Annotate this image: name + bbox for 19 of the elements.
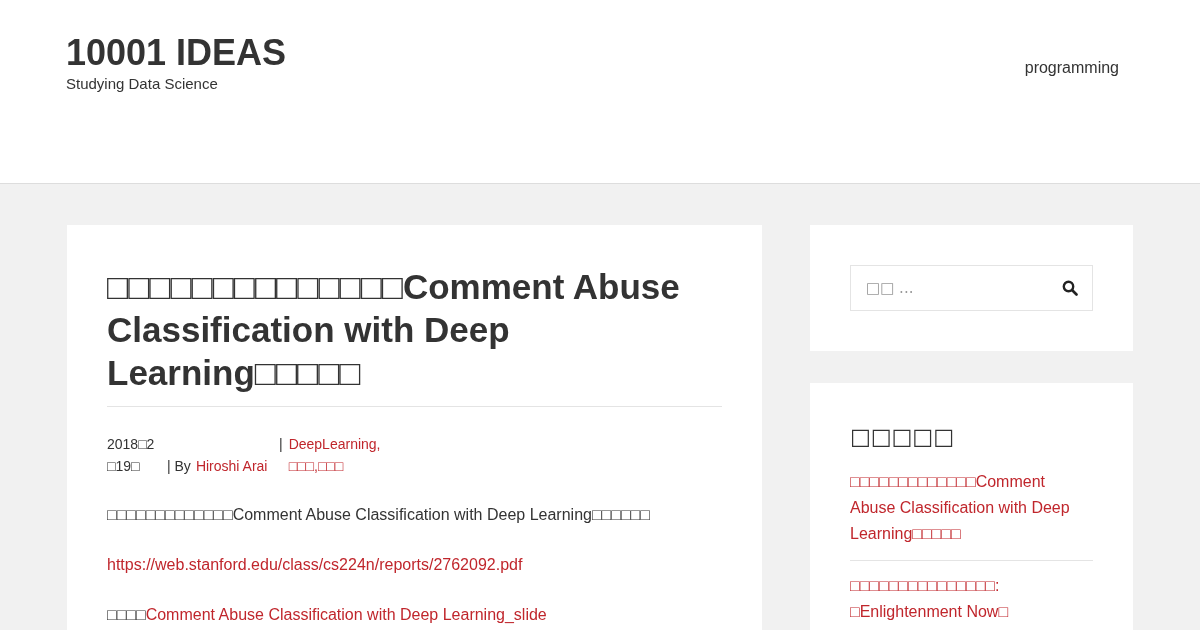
author-link[interactable]: Hiroshi Arai bbox=[195, 455, 268, 477]
search-field[interactable]: □□ ... bbox=[850, 265, 1093, 311]
post-paragraph: □□□□□□□□□□□□□Comment Abuse Classification with Deep Learning□□□□□□ bbox=[107, 505, 651, 525]
byline-label: | By bbox=[167, 457, 191, 476]
site-tagline: Studying Data Science bbox=[66, 75, 219, 92]
widget-title: □□□□□ bbox=[850, 423, 955, 451]
post-title: □□□□□□□□□□□□□□Comment Abuse Classification with Deep Learning□□□□□ bbox=[107, 265, 722, 407]
recent-post-link[interactable]: □□□□□□□□□□□□□Comment Abuse Classification with Deep Learning□□□□□ bbox=[850, 465, 1093, 560]
meta-separator: | bbox=[279, 435, 283, 454]
pdf-link[interactable]: https://web.stanford.edu/class/cs224n/reports/2762092.pdf bbox=[107, 556, 523, 573]
post-date: 2018□2□19□ bbox=[107, 435, 155, 476]
nav-link[interactable]: programming bbox=[1024, 59, 1119, 76]
post-paragraph: □□□□Comment Abuse Classification with Deep Learning_slide bbox=[107, 605, 548, 625]
slide-link[interactable]: Comment Abuse Classification with Deep Learning_slide bbox=[145, 606, 547, 623]
category-link[interactable]: DeepLearning, bbox=[288, 433, 389, 455]
site-title[interactable]: 10001 IDEAS bbox=[66, 33, 287, 73]
search-icon[interactable] bbox=[1062, 280, 1078, 296]
recent-post-link[interactable]: □□□□□□□□□□□□□□□: □Enlightenment Now□ bbox=[850, 560, 1093, 630]
category-link[interactable]: □□□,□□□ bbox=[288, 455, 389, 477]
